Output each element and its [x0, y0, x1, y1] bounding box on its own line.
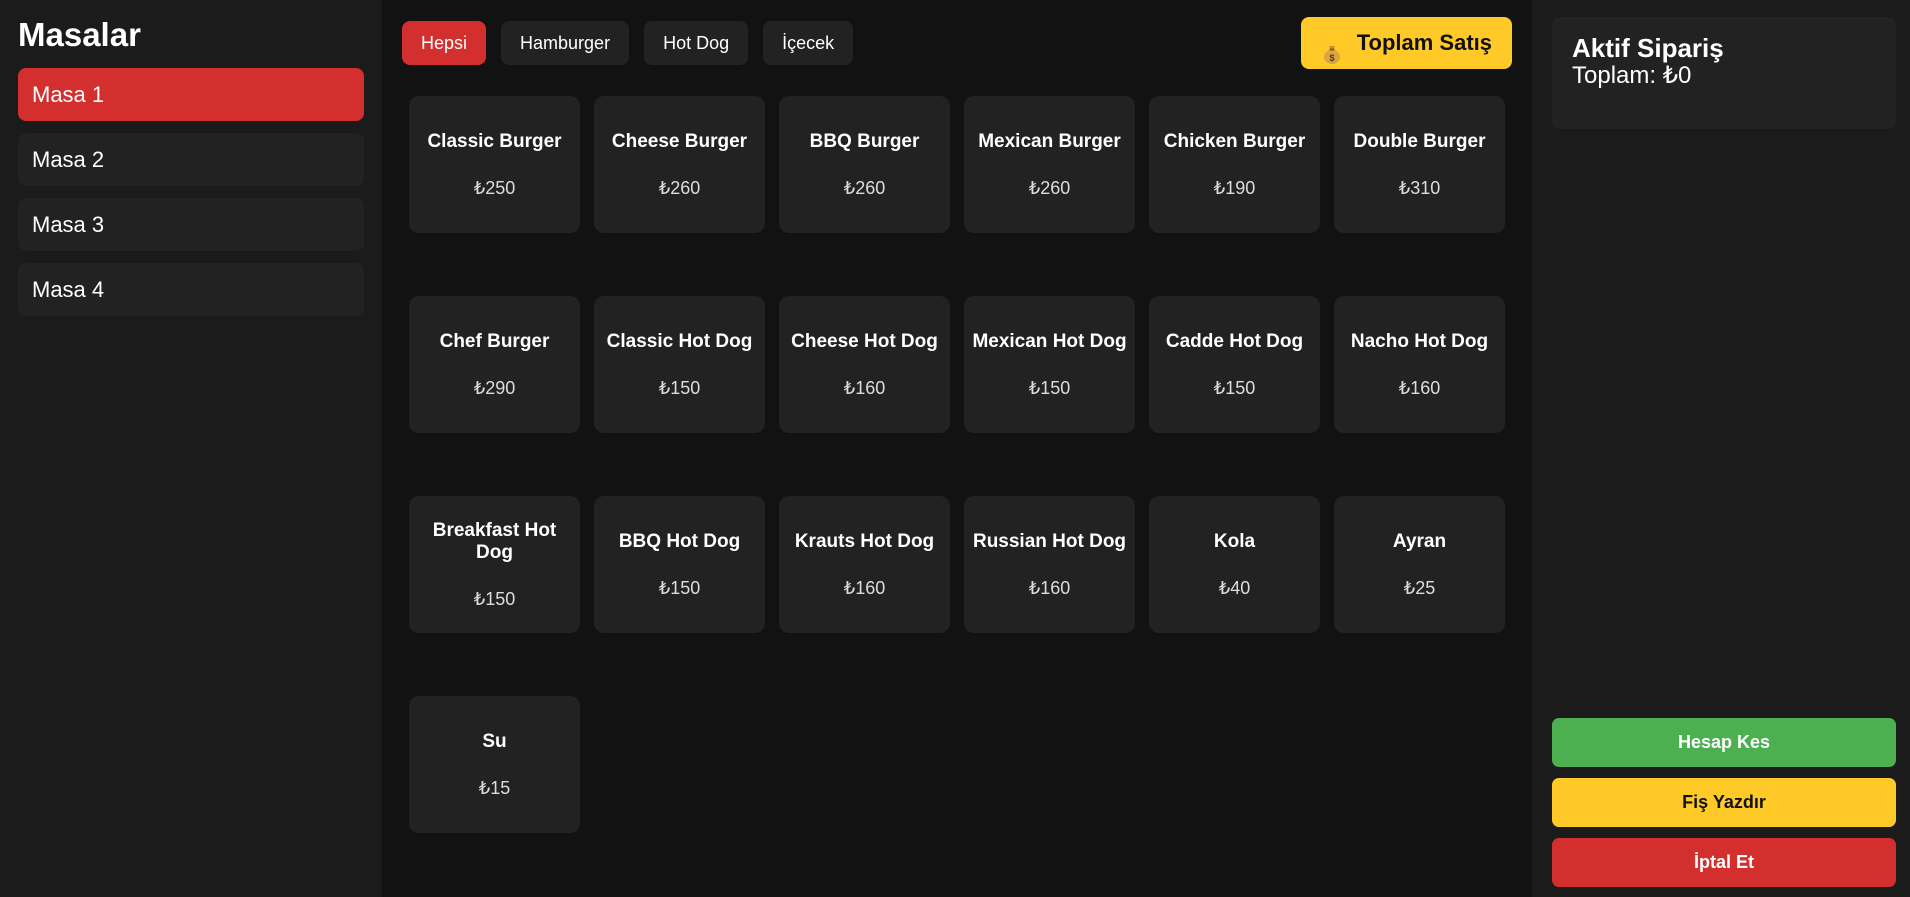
filter-hamburger-button[interactable]: Hamburger: [501, 21, 630, 65]
product-card[interactable]: Ayran ₺25: [1334, 496, 1505, 633]
product-card[interactable]: Su ₺15: [409, 696, 580, 833]
product-card[interactable]: Cheese Burger ₺260: [594, 96, 765, 233]
product-price: ₺15: [478, 777, 511, 798]
product-name: BBQ Burger: [809, 130, 920, 152]
product-price: ₺150: [658, 377, 701, 398]
product-card[interactable]: Chef Burger ₺290: [409, 296, 580, 433]
product-price: ₺25: [1403, 577, 1436, 598]
table-item-label: Masa 3: [32, 212, 105, 237]
product-name: Mexican Hot Dog: [972, 330, 1127, 352]
product-price: ₺260: [1028, 177, 1071, 198]
product-name: Chicken Burger: [1163, 130, 1306, 152]
cancel-order-button[interactable]: İptal Et: [1552, 838, 1896, 887]
product-price: ₺40: [1218, 577, 1251, 598]
product-card[interactable]: Breakfast Hot Dog ₺150: [409, 496, 580, 633]
product-price: ₺250: [473, 177, 516, 198]
product-name: BBQ Hot Dog: [618, 530, 741, 552]
product-price: ₺160: [1028, 577, 1071, 598]
order-total: Toplam: ₺0: [1572, 62, 1692, 89]
product-name: Nacho Hot Dog: [1350, 330, 1489, 352]
product-card[interactable]: Double Burger ₺310: [1334, 96, 1505, 233]
order-panel: Aktif Sipariş Toplam: ₺0 Hesap Kes Fiş Y…: [1532, 0, 1910, 897]
filter-hepsi-button[interactable]: Hepsi: [402, 21, 487, 65]
order-actions: Hesap Kes Fiş Yazdır İptal Et: [1552, 707, 1896, 887]
table-item-label: Masa 2: [32, 147, 105, 172]
product-price: ₺150: [1028, 377, 1071, 398]
product-name: Breakfast Hot Dog: [432, 519, 557, 563]
money-bag-icon: $: [1321, 32, 1343, 64]
product-name: Ayran: [1392, 530, 1447, 552]
pos-app: Masalar Masa 1 Masa 2 Masa 3 Masa 4 Heps…: [0, 0, 1910, 897]
svg-text:$: $: [1329, 53, 1334, 63]
menu-area: Hepsi Hamburger Hot Dog İçecek $ Toplam …: [382, 0, 1532, 897]
product-name: Mexican Burger: [978, 130, 1121, 152]
product-price: ₺260: [843, 177, 886, 198]
product-name: Su: [482, 730, 507, 752]
product-card[interactable]: Mexican Hot Dog ₺150: [964, 296, 1135, 433]
product-price: ₺160: [1398, 377, 1441, 398]
print-receipt-button[interactable]: Fiş Yazdır: [1552, 778, 1896, 827]
active-order-box: Aktif Sipariş Toplam: ₺0: [1552, 17, 1896, 129]
product-name: Cadde Hot Dog: [1165, 330, 1304, 352]
product-card[interactable]: BBQ Hot Dog ₺150: [594, 496, 765, 633]
product-card[interactable]: Russian Hot Dog ₺160: [964, 496, 1135, 633]
product-price: ₺310: [1398, 177, 1441, 198]
active-order-title: Aktif Sipariş: [1572, 33, 1724, 63]
product-card[interactable]: Cadde Hot Dog ₺150: [1149, 296, 1320, 433]
total-sales-label: Toplam Satış: [1356, 30, 1492, 55]
product-price: ₺150: [658, 577, 701, 598]
sidebar-title: Masalar: [18, 16, 141, 53]
product-name: Chef Burger: [439, 330, 550, 352]
product-card[interactable]: Cheese Hot Dog ₺160: [779, 296, 950, 433]
table-item-masa-3[interactable]: Masa 3: [18, 198, 364, 251]
product-name: Double Burger: [1353, 130, 1486, 152]
product-card[interactable]: BBQ Burger ₺260: [779, 96, 950, 233]
product-price: ₺160: [843, 577, 886, 598]
filter-hot-dog-button[interactable]: Hot Dog: [644, 21, 749, 65]
product-card[interactable]: Kola ₺40: [1149, 496, 1320, 633]
product-name: Krauts Hot Dog: [794, 530, 935, 552]
product-price: ₺160: [843, 377, 886, 398]
product-card[interactable]: Classic Hot Dog ₺150: [594, 296, 765, 433]
product-price: ₺260: [658, 177, 701, 198]
table-item-label: Masa 1: [32, 82, 105, 107]
table-item-masa-4[interactable]: Masa 4: [18, 263, 364, 316]
product-card[interactable]: Classic Burger ₺250: [409, 96, 580, 233]
table-item-masa-2[interactable]: Masa 2: [18, 133, 364, 186]
checkout-button[interactable]: Hesap Kes: [1552, 718, 1896, 767]
category-bar: Hepsi Hamburger Hot Dog İçecek $ Toplam …: [402, 17, 1512, 69]
table-item-masa-1[interactable]: Masa 1: [18, 68, 364, 121]
product-card[interactable]: Chicken Burger ₺190: [1149, 96, 1320, 233]
product-card[interactable]: Krauts Hot Dog ₺160: [779, 496, 950, 633]
product-price: ₺150: [1213, 377, 1256, 398]
product-card[interactable]: Nacho Hot Dog ₺160: [1334, 296, 1505, 433]
product-grid: Classic Burger ₺250 Cheese Burger ₺260 BBQ B…: [402, 96, 1512, 833]
product-price: ₺290: [473, 377, 516, 398]
product-name: Cheese Hot Dog: [791, 330, 938, 352]
filter-icecek-button[interactable]: İçecek: [763, 21, 854, 65]
total-sales-button[interactable]: $ Toplam Satış: [1300, 17, 1512, 69]
product-name: Russian Hot Dog: [972, 530, 1127, 552]
table-item-label: Masa 4: [32, 277, 105, 302]
tables-sidebar: Masalar Masa 1 Masa 2 Masa 3 Masa 4: [0, 0, 382, 897]
product-name: Classic Burger: [427, 130, 562, 152]
product-name: Classic Hot Dog: [606, 330, 753, 352]
product-price: ₺190: [1213, 177, 1256, 198]
product-price: ₺150: [473, 588, 516, 609]
product-card[interactable]: Mexican Burger ₺260: [964, 96, 1135, 233]
product-name: Kola: [1213, 530, 1256, 552]
product-name: Cheese Burger: [611, 130, 748, 152]
